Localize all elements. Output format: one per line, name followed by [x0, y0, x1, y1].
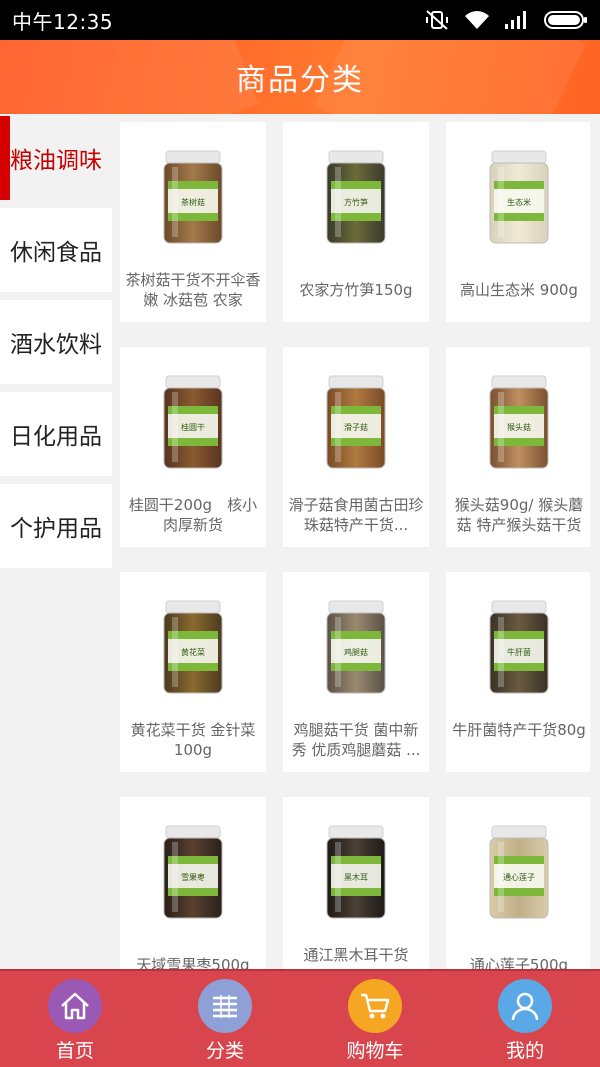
product-name: 猴头菇90g/ 猴头蘑菇 特产猴头菇干货 [454, 496, 584, 534]
jar-label-text: 牛肝菌 [507, 647, 531, 657]
jar-icon: 雪果枣 [163, 825, 223, 919]
header: 商品分类 [0, 40, 600, 114]
tab-cart[interactable]: 购物车 [300, 971, 450, 1067]
home-icon [61, 992, 89, 1020]
product-card[interactable]: 黑木耳通江黑木耳干货100g [283, 797, 429, 972]
jar-label-text: 黄花菜 [181, 647, 205, 657]
sidebar-item-category[interactable]: 个护用品 [0, 484, 112, 568]
status-icons [424, 8, 588, 32]
tab-home-label: 首页 [55, 1040, 94, 1062]
tab-cart-badge [348, 979, 402, 1033]
sidebar-item-category[interactable]: 休闲食品 [0, 208, 112, 292]
product-name: 鸡腿菇干货 菌中新秀 优质鸡腿蘑菇 ... [291, 721, 421, 759]
tab-home[interactable]: 首页 [0, 971, 150, 1067]
product-card[interactable]: 方竹笋农家方竹笋150g [283, 122, 429, 322]
product-name: 通江黑木耳干货100g [303, 946, 409, 972]
user-icon [511, 992, 539, 1021]
jar-label-text: 茶树菇 [181, 197, 205, 207]
sidebar-item-category[interactable]: 酒水饮料 [0, 300, 112, 384]
jar-icon: 方竹笋 [326, 150, 386, 244]
jar-label-text: 鸡腿菇 [344, 647, 368, 657]
product-card[interactable]: 雪果枣 天域雪果枣500g [120, 797, 266, 972]
product-image: 方竹笋 [283, 132, 429, 262]
product-card[interactable]: 滑子菇滑子菇食用菌古田珍珠菇特产干货... [283, 347, 429, 547]
product-image: 茶树菇 [120, 132, 266, 262]
product-card[interactable]: 猴头菇猴头菇90g/ 猴头蘑菇 特产猴头菇干货 [446, 347, 590, 547]
status-time: 中午12:35 [12, 9, 114, 34]
product-image: 桂圆干 [120, 357, 266, 487]
category-label: 日化用品 [10, 424, 102, 450]
jar-icon: 黑木耳 [326, 825, 386, 919]
jar-label-text: 猴头菇 [507, 422, 531, 432]
tab-category-label: 分类 [205, 1040, 244, 1062]
product-image: 黄花菜 [120, 582, 266, 712]
product-card[interactable]: 生态米高山生态米 900g [446, 122, 590, 322]
product-name: 牛肝菌特产干货80g [452, 721, 586, 739]
product-image: 通心莲子 [446, 807, 590, 937]
category-label: 粮油调味 [10, 148, 102, 174]
product-image: 生态米 [446, 132, 590, 262]
jar-icon: 黄花菜 [163, 600, 223, 694]
tab-profile-label: 我的 [505, 1040, 544, 1062]
category-label: 休闲食品 [10, 240, 102, 266]
product-name: 农家方竹笋150g [299, 281, 413, 299]
tab-category-badge [198, 979, 252, 1033]
product-card[interactable]: 鸡腿菇鸡腿菇干货 菌中新秀 优质鸡腿蘑菇 ... [283, 572, 429, 772]
jar-label-text: 方竹笋 [344, 197, 368, 207]
product-name: 桂圆干200g 核小肉厚新货 [128, 496, 258, 534]
list-icon [213, 995, 237, 1018]
jar-icon: 桂圆干 [163, 375, 223, 469]
jar-icon: 茶树菇 [163, 150, 223, 244]
tab-home-badge [48, 979, 102, 1033]
jar-label-text: 通心莲子 [503, 872, 535, 882]
product-grid: 茶树菇 茶树菇干货不开伞香嫩 冰菇苞 农家 方竹笋 农家方竹笋150g 生态米 高山生态米… [120, 122, 590, 972]
jar-label-text: 滑子菇 [344, 422, 368, 432]
product-name: 滑子菇食用菌古田珍珠菇特产干货... [288, 496, 424, 534]
jar-icon: 通心莲子 [489, 825, 549, 919]
battery-icon [544, 11, 587, 29]
product-image: 滑子菇 [283, 357, 429, 487]
jar-icon: 生态米 [489, 150, 549, 244]
jar-icon: 猴头菇 [489, 375, 549, 469]
product-card[interactable]: 黄花菜黄花菜干货 金针菜100g [120, 572, 266, 772]
product-name: 高山生态米 900g [460, 281, 578, 299]
product-image: 鸡腿菇 [283, 582, 429, 712]
signal-icon [505, 11, 526, 29]
tab-category[interactable]: 分类 [150, 971, 300, 1067]
product-image: 牛肝菌 [446, 582, 590, 712]
jar-icon: 滑子菇 [326, 375, 386, 469]
bottom-tab-bar: 首页 分类 购物车 我的 [0, 969, 600, 1067]
product-card[interactable]: 桂圆干桂圆干200g 核小肉厚新货 [120, 347, 266, 547]
jar-icon: 鸡腿菇 [326, 600, 386, 694]
jar-label-text: 生态米 [507, 197, 531, 207]
status-bar: 中午12:35 [0, 0, 600, 40]
jar-label-text: 黑木耳 [344, 872, 368, 882]
cart-icon [361, 993, 390, 1019]
product-image: 雪果枣 [120, 807, 266, 937]
sidebar-item-category[interactable]: 日化用品 [0, 392, 112, 476]
product-name: 茶树菇干货不开伞香嫩 冰菇苞 农家 [125, 271, 261, 309]
product-card[interactable]: 通心莲子 通心莲子500g [446, 797, 590, 972]
category-label: 酒水饮料 [10, 332, 102, 358]
product-card[interactable]: 茶树菇茶树菇干货不开伞香嫩 冰菇苞 农家 [120, 122, 266, 322]
page-title: 商品分类 [236, 63, 364, 98]
tab-profile-badge [498, 979, 552, 1033]
jar-label-text: 雪果枣 [181, 872, 205, 882]
wifi-icon [465, 11, 489, 29]
vibrate-off-icon [426, 10, 448, 30]
product-image: 猴头菇 [446, 357, 590, 487]
category-label: 个护用品 [10, 516, 102, 542]
tab-profile[interactable]: 我的 [450, 971, 600, 1067]
jar-icon: 牛肝菌 [489, 600, 549, 694]
sidebar-item-category[interactable]: 粮油调味 [0, 116, 112, 200]
tab-cart-label: 购物车 [346, 1040, 404, 1062]
product-card[interactable]: 牛肝菌牛肝菌特产干货80g [446, 572, 590, 772]
product-image: 黑木耳 [283, 807, 429, 937]
product-name: 黄花菜干货 金针菜100g [130, 721, 256, 759]
jar-label-text: 桂圆干 [181, 422, 205, 432]
